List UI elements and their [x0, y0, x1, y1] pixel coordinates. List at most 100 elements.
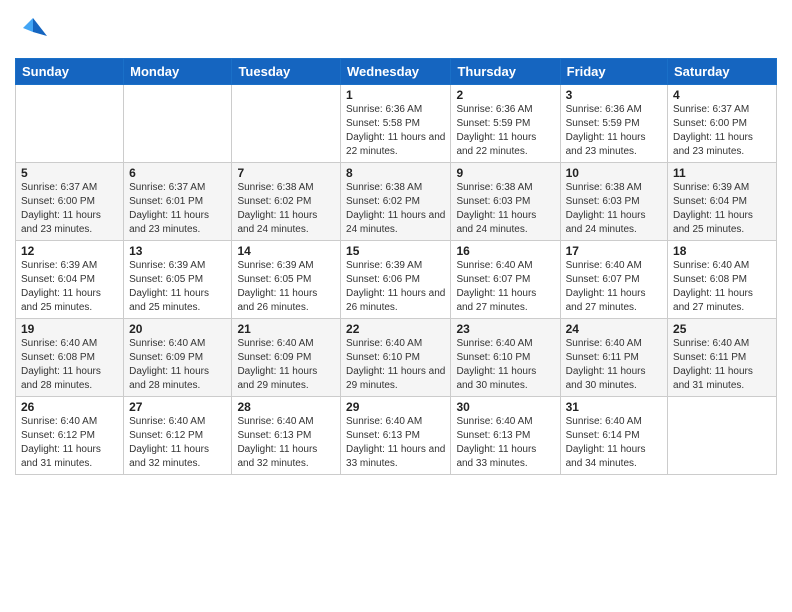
- day-info: Sunrise: 6:37 AM Sunset: 6:01 PM Dayligh…: [129, 181, 226, 237]
- day-info: Sunrise: 6:40 AM Sunset: 6:12 PM Dayligh…: [21, 415, 118, 471]
- calendar-week-row: 12Sunrise: 6:39 AM Sunset: 6:04 PM Dayli…: [16, 241, 777, 319]
- calendar-cell: 29Sunrise: 6:40 AM Sunset: 6:13 PM Dayli…: [341, 397, 451, 475]
- calendar-cell: 18Sunrise: 6:40 AM Sunset: 6:08 PM Dayli…: [668, 241, 777, 319]
- day-number: 10: [566, 166, 662, 180]
- day-info: Sunrise: 6:40 AM Sunset: 6:11 PM Dayligh…: [673, 337, 771, 393]
- calendar-cell: 3Sunrise: 6:36 AM Sunset: 5:59 PM Daylig…: [560, 85, 667, 163]
- day-info: Sunrise: 6:40 AM Sunset: 6:08 PM Dayligh…: [673, 259, 771, 315]
- day-number: 3: [566, 88, 662, 102]
- day-number: 25: [673, 322, 771, 336]
- day-info: Sunrise: 6:40 AM Sunset: 6:09 PM Dayligh…: [129, 337, 226, 393]
- day-number: 5: [21, 166, 118, 180]
- calendar-cell: 28Sunrise: 6:40 AM Sunset: 6:13 PM Dayli…: [232, 397, 341, 475]
- day-info: Sunrise: 6:40 AM Sunset: 6:10 PM Dayligh…: [456, 337, 554, 393]
- day-info: Sunrise: 6:40 AM Sunset: 6:07 PM Dayligh…: [566, 259, 662, 315]
- day-of-week-header: Wednesday: [341, 59, 451, 85]
- day-info: Sunrise: 6:40 AM Sunset: 6:08 PM Dayligh…: [21, 337, 118, 393]
- day-number: 9: [456, 166, 554, 180]
- calendar-week-row: 26Sunrise: 6:40 AM Sunset: 6:12 PM Dayli…: [16, 397, 777, 475]
- calendar-cell: 16Sunrise: 6:40 AM Sunset: 6:07 PM Dayli…: [451, 241, 560, 319]
- day-number: 11: [673, 166, 771, 180]
- calendar-cell: 6Sunrise: 6:37 AM Sunset: 6:01 PM Daylig…: [124, 163, 232, 241]
- day-number: 14: [237, 244, 335, 258]
- day-info: Sunrise: 6:39 AM Sunset: 6:05 PM Dayligh…: [237, 259, 335, 315]
- calendar-cell: 17Sunrise: 6:40 AM Sunset: 6:07 PM Dayli…: [560, 241, 667, 319]
- day-number: 29: [346, 400, 445, 414]
- calendar-cell: 22Sunrise: 6:40 AM Sunset: 6:10 PM Dayli…: [341, 319, 451, 397]
- day-number: 28: [237, 400, 335, 414]
- calendar-week-row: 1Sunrise: 6:36 AM Sunset: 5:58 PM Daylig…: [16, 85, 777, 163]
- calendar-cell: 13Sunrise: 6:39 AM Sunset: 6:05 PM Dayli…: [124, 241, 232, 319]
- calendar-cell: [232, 85, 341, 163]
- calendar-cell: 31Sunrise: 6:40 AM Sunset: 6:14 PM Dayli…: [560, 397, 667, 475]
- day-number: 1: [346, 88, 445, 102]
- calendar-cell: 24Sunrise: 6:40 AM Sunset: 6:11 PM Dayli…: [560, 319, 667, 397]
- calendar-header-row: SundayMondayTuesdayWednesdayThursdayFrid…: [16, 59, 777, 85]
- day-info: Sunrise: 6:40 AM Sunset: 6:13 PM Dayligh…: [237, 415, 335, 471]
- calendar-cell: 15Sunrise: 6:39 AM Sunset: 6:06 PM Dayli…: [341, 241, 451, 319]
- calendar-cell: 7Sunrise: 6:38 AM Sunset: 6:02 PM Daylig…: [232, 163, 341, 241]
- calendar-cell: 5Sunrise: 6:37 AM Sunset: 6:00 PM Daylig…: [16, 163, 124, 241]
- day-number: 8: [346, 166, 445, 180]
- day-number: 13: [129, 244, 226, 258]
- day-info: Sunrise: 6:40 AM Sunset: 6:13 PM Dayligh…: [456, 415, 554, 471]
- calendar-cell: 20Sunrise: 6:40 AM Sunset: 6:09 PM Dayli…: [124, 319, 232, 397]
- day-info: Sunrise: 6:38 AM Sunset: 6:03 PM Dayligh…: [566, 181, 662, 237]
- day-info: Sunrise: 6:40 AM Sunset: 6:14 PM Dayligh…: [566, 415, 662, 471]
- day-info: Sunrise: 6:39 AM Sunset: 6:04 PM Dayligh…: [673, 181, 771, 237]
- day-info: Sunrise: 6:40 AM Sunset: 6:13 PM Dayligh…: [346, 415, 445, 471]
- calendar-cell: 25Sunrise: 6:40 AM Sunset: 6:11 PM Dayli…: [668, 319, 777, 397]
- calendar-cell: [16, 85, 124, 163]
- day-info: Sunrise: 6:40 AM Sunset: 6:12 PM Dayligh…: [129, 415, 226, 471]
- calendar-cell: 8Sunrise: 6:38 AM Sunset: 6:02 PM Daylig…: [341, 163, 451, 241]
- calendar-cell: 10Sunrise: 6:38 AM Sunset: 6:03 PM Dayli…: [560, 163, 667, 241]
- day-number: 2: [456, 88, 554, 102]
- day-info: Sunrise: 6:39 AM Sunset: 6:04 PM Dayligh…: [21, 259, 118, 315]
- day-info: Sunrise: 6:38 AM Sunset: 6:02 PM Dayligh…: [237, 181, 335, 237]
- day-of-week-header: Thursday: [451, 59, 560, 85]
- day-number: 4: [673, 88, 771, 102]
- calendar-cell: 4Sunrise: 6:37 AM Sunset: 6:00 PM Daylig…: [668, 85, 777, 163]
- day-number: 17: [566, 244, 662, 258]
- day-info: Sunrise: 6:39 AM Sunset: 6:06 PM Dayligh…: [346, 259, 445, 315]
- day-number: 18: [673, 244, 771, 258]
- day-number: 20: [129, 322, 226, 336]
- day-number: 22: [346, 322, 445, 336]
- day-of-week-header: Tuesday: [232, 59, 341, 85]
- calendar-cell: 19Sunrise: 6:40 AM Sunset: 6:08 PM Dayli…: [16, 319, 124, 397]
- calendar-cell: [124, 85, 232, 163]
- calendar-table: SundayMondayTuesdayWednesdayThursdayFrid…: [15, 58, 777, 475]
- calendar-cell: 9Sunrise: 6:38 AM Sunset: 6:03 PM Daylig…: [451, 163, 560, 241]
- day-number: 27: [129, 400, 226, 414]
- day-number: 15: [346, 244, 445, 258]
- calendar-cell: 27Sunrise: 6:40 AM Sunset: 6:12 PM Dayli…: [124, 397, 232, 475]
- day-number: 16: [456, 244, 554, 258]
- logo-icon: [15, 14, 51, 50]
- calendar-cell: 21Sunrise: 6:40 AM Sunset: 6:09 PM Dayli…: [232, 319, 341, 397]
- calendar-cell: 12Sunrise: 6:39 AM Sunset: 6:04 PM Dayli…: [16, 241, 124, 319]
- day-info: Sunrise: 6:37 AM Sunset: 6:00 PM Dayligh…: [21, 181, 118, 237]
- day-of-week-header: Monday: [124, 59, 232, 85]
- calendar-cell: 2Sunrise: 6:36 AM Sunset: 5:59 PM Daylig…: [451, 85, 560, 163]
- calendar-cell: 14Sunrise: 6:39 AM Sunset: 6:05 PM Dayli…: [232, 241, 341, 319]
- calendar-cell: 26Sunrise: 6:40 AM Sunset: 6:12 PM Dayli…: [16, 397, 124, 475]
- day-number: 21: [237, 322, 335, 336]
- logo: [15, 14, 55, 50]
- day-number: 19: [21, 322, 118, 336]
- day-number: 31: [566, 400, 662, 414]
- day-number: 6: [129, 166, 226, 180]
- day-of-week-header: Saturday: [668, 59, 777, 85]
- day-of-week-header: Sunday: [16, 59, 124, 85]
- day-info: Sunrise: 6:40 AM Sunset: 6:09 PM Dayligh…: [237, 337, 335, 393]
- day-number: 24: [566, 322, 662, 336]
- header: [15, 10, 777, 50]
- day-number: 26: [21, 400, 118, 414]
- day-info: Sunrise: 6:36 AM Sunset: 5:59 PM Dayligh…: [456, 103, 554, 159]
- day-of-week-header: Friday: [560, 59, 667, 85]
- day-number: 7: [237, 166, 335, 180]
- day-number: 23: [456, 322, 554, 336]
- calendar-cell: 23Sunrise: 6:40 AM Sunset: 6:10 PM Dayli…: [451, 319, 560, 397]
- day-info: Sunrise: 6:40 AM Sunset: 6:10 PM Dayligh…: [346, 337, 445, 393]
- calendar-cell: 1Sunrise: 6:36 AM Sunset: 5:58 PM Daylig…: [341, 85, 451, 163]
- page: SundayMondayTuesdayWednesdayThursdayFrid…: [0, 0, 792, 612]
